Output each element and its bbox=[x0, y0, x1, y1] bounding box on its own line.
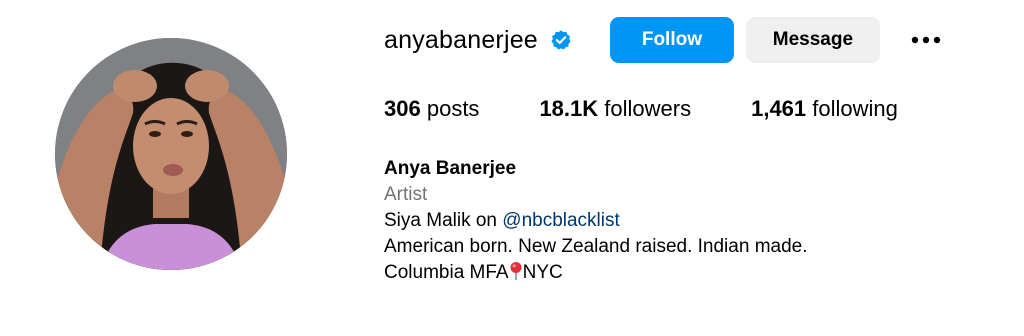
following-label: following bbox=[812, 96, 898, 121]
nbcblacklist-mention-link[interactable]: @nbcblacklist bbox=[502, 210, 620, 231]
category-label: Artist bbox=[384, 184, 428, 205]
profile-info: anyabanerjee Follow Message 306 posts 18… bbox=[384, 12, 1004, 286]
profile-stats: 306 posts 18.1K followers 1,461 followin… bbox=[384, 96, 1004, 122]
bio-line-3-suffix: NYC bbox=[522, 262, 563, 283]
bio-line-3-prefix: Columbia MFA bbox=[384, 262, 509, 283]
followers-stat[interactable]: 18.1K followers bbox=[539, 96, 691, 122]
more-options-icon[interactable] bbox=[906, 20, 946, 60]
following-stat[interactable]: 1,461 following bbox=[751, 96, 898, 122]
posts-stat: 306 posts bbox=[384, 96, 479, 122]
verified-badge-icon bbox=[550, 29, 572, 51]
profile-page: anyabanerjee Follow Message 306 posts 18… bbox=[0, 0, 1024, 336]
avatar-photo bbox=[55, 38, 287, 270]
posts-count: 306 bbox=[384, 96, 421, 121]
following-count: 1,461 bbox=[751, 96, 807, 121]
profile-header-row: anyabanerjee Follow Message bbox=[384, 12, 1004, 68]
bio-line-1: Siya Malik on @nbcblacklist bbox=[384, 208, 1004, 234]
followers-count: 18.1K bbox=[539, 96, 599, 121]
avatar[interactable] bbox=[55, 38, 287, 270]
username: anyabanerjee bbox=[384, 25, 538, 54]
message-button[interactable]: Message bbox=[745, 17, 880, 63]
follow-button[interactable]: Follow bbox=[609, 17, 734, 63]
bio-line-3: Columbia MFA NYC bbox=[384, 260, 1004, 286]
followers-label: followers bbox=[604, 96, 692, 121]
bio-line-1-text: Siya Malik on bbox=[384, 210, 503, 231]
profile-bio: Anya Banerjee Artist Siya Malik on @nbcb… bbox=[384, 156, 1004, 286]
bio-line-2: American born. New Zealand raised. India… bbox=[384, 236, 808, 257]
posts-label: posts bbox=[426, 96, 480, 121]
display-name: Anya Banerjee bbox=[384, 158, 517, 179]
round-pushpin-icon bbox=[509, 261, 523, 281]
